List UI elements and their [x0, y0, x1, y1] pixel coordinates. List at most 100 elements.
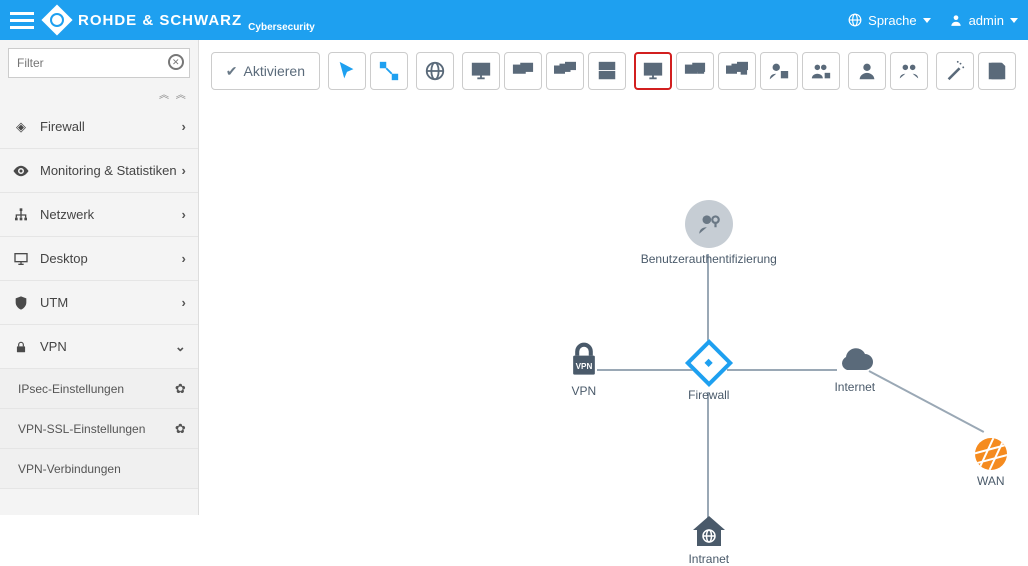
node-wan[interactable]: WAN: [969, 438, 1013, 488]
brand-subtext: Cybersecurity: [248, 22, 315, 33]
sidebar-item-label: Monitoring & Statistiken: [40, 163, 181, 178]
node-label: Intranet: [681, 552, 737, 566]
activate-button[interactable]: ✔ Aktivieren: [211, 52, 320, 90]
chevron-down-icon: [1010, 18, 1018, 23]
node-intranet[interactable]: Intranet: [681, 514, 737, 566]
menu-toggle[interactable]: [10, 8, 34, 32]
tool-hosts4-button[interactable]: [588, 52, 626, 90]
monitor-lock-icon: [642, 60, 664, 82]
person-icon: [856, 60, 878, 82]
user-label: admin: [969, 13, 1004, 28]
node-label: WAN: [969, 474, 1013, 488]
tool-users-button[interactable]: [890, 52, 928, 90]
sub-item-label: IPsec-Einstellungen: [18, 382, 175, 396]
check-icon: ✔: [226, 63, 238, 80]
users-lock-icon: [810, 60, 832, 82]
chevron-right-icon: ›: [181, 251, 185, 266]
node-vpn[interactable]: VPN VPN: [554, 342, 614, 398]
connect-icon: [378, 60, 400, 82]
chevron-down-icon: ⌄: [175, 339, 186, 355]
tool-globe-button[interactable]: [416, 52, 454, 90]
globe-icon: [424, 60, 446, 82]
chevron-right-icon: ›: [181, 163, 185, 178]
stacked-monitors-icon: [596, 60, 618, 82]
gear-icon: ✿: [175, 421, 186, 437]
sidebar-item-label: Desktop: [40, 251, 181, 266]
node-label: Benutzerauthentifizierung: [639, 252, 779, 266]
wan-icon: [969, 438, 1013, 470]
clear-filter-icon[interactable]: ✕: [168, 54, 184, 70]
two-monitors-icon: [512, 60, 534, 82]
firewall-diamond-icon: ◆: [679, 346, 739, 380]
two-monitors-lock-icon: [684, 60, 706, 82]
tool-connect-button[interactable]: [370, 52, 408, 90]
tool-user-button[interactable]: [848, 52, 886, 90]
auth-icon: [685, 200, 733, 248]
node-label: Internet: [825, 380, 885, 394]
tool-save-button[interactable]: [978, 52, 1016, 90]
sidebar-item-label: Netzwerk: [40, 207, 181, 222]
language-selector[interactable]: Sprache: [848, 13, 930, 28]
chevron-right-icon: ›: [181, 119, 185, 134]
sidebar-item-desktop[interactable]: Desktop ›: [0, 237, 198, 281]
chevron-down-icon: [923, 18, 931, 23]
desktop-icon: [12, 250, 30, 268]
user-icon: [949, 13, 963, 27]
edge-internet-wan: [868, 370, 984, 433]
user-menu[interactable]: admin: [949, 13, 1018, 28]
sidebar-item-monitoring[interactable]: Monitoring & Statistiken ›: [0, 149, 198, 193]
eye-icon: [12, 162, 30, 180]
node-label: VPN: [554, 384, 614, 398]
sidebar-item-firewall[interactable]: ◈ Firewall ›: [0, 105, 198, 149]
monitor-icon: [470, 60, 492, 82]
sidebar: ✕ ︽ ︽ ◈ Firewall › Monitoring & Statisti…: [0, 40, 199, 515]
sidebar-item-network[interactable]: Netzwerk ›: [0, 193, 198, 237]
tool-hosts2-button[interactable]: [504, 52, 542, 90]
pointer-icon: [336, 60, 358, 82]
tool-hosts3-button[interactable]: [546, 52, 584, 90]
collapse-all[interactable]: ︽ ︽: [0, 86, 198, 105]
tool-userslock-button[interactable]: [802, 52, 840, 90]
chevron-right-icon: ›: [181, 295, 185, 310]
sidebar-sub-vpnconn[interactable]: VPN-Verbindungen: [0, 449, 198, 489]
house-globe-icon: [681, 514, 737, 548]
shield-icon: [12, 294, 30, 312]
sub-item-label: VPN-SSL-Einstellungen: [18, 422, 175, 436]
lock-icon: [12, 338, 30, 356]
cloud-icon: [825, 348, 885, 376]
brand-logo: ROHDE & SCHWARZ Cybersecurity: [46, 8, 315, 33]
three-monitors-lock-icon: [726, 60, 748, 82]
sidebar-sub-vpnssl[interactable]: VPN-SSL-Einstellungen ✿: [0, 409, 198, 449]
sidebar-item-utm[interactable]: UTM ›: [0, 281, 198, 325]
top-header: ROHDE & SCHWARZ Cybersecurity Sprache ad…: [0, 0, 1028, 40]
brand-mark-icon: [41, 4, 72, 35]
wand-icon: [944, 60, 966, 82]
three-monitors-icon: [554, 60, 576, 82]
node-firewall[interactable]: ◆ Firewall: [679, 346, 739, 402]
filter-input[interactable]: [8, 48, 190, 78]
tool-pointer-button[interactable]: [328, 52, 366, 90]
tool-vpnhosts2-button[interactable]: [676, 52, 714, 90]
tool-wand-button[interactable]: [936, 52, 974, 90]
network-canvas[interactable]: Benutzerauthentifizierung VPN VPN ◆ Fire…: [199, 102, 1028, 515]
tool-vpnhosts3-button[interactable]: [718, 52, 756, 90]
brand-text: ROHDE & SCHWARZ: [78, 12, 242, 29]
vpn-lock-icon: VPN: [554, 342, 614, 380]
sub-item-label: VPN-Verbindungen: [18, 462, 186, 476]
user-lock-icon: [768, 60, 790, 82]
node-label: Firewall: [679, 388, 739, 402]
activate-label: Aktivieren: [244, 63, 305, 79]
sidebar-item-label: VPN: [40, 339, 175, 354]
tool-vpnhost-button[interactable]: [634, 52, 672, 90]
tool-host-button[interactable]: [462, 52, 500, 90]
tool-userlock-button[interactable]: [760, 52, 798, 90]
sidebar-sub-ipsec[interactable]: IPsec-Einstellungen ✿: [0, 369, 198, 409]
people-icon: [898, 60, 920, 82]
sidebar-item-label: Firewall: [40, 119, 181, 134]
node-internet[interactable]: Internet: [825, 348, 885, 394]
diamond-icon: ◈: [12, 118, 30, 136]
node-auth[interactable]: Benutzerauthentifizierung: [639, 200, 779, 266]
save-icon: [986, 60, 1008, 82]
edge-firewall-intranet: [707, 392, 709, 522]
sidebar-item-vpn[interactable]: VPN ⌄: [0, 325, 198, 369]
